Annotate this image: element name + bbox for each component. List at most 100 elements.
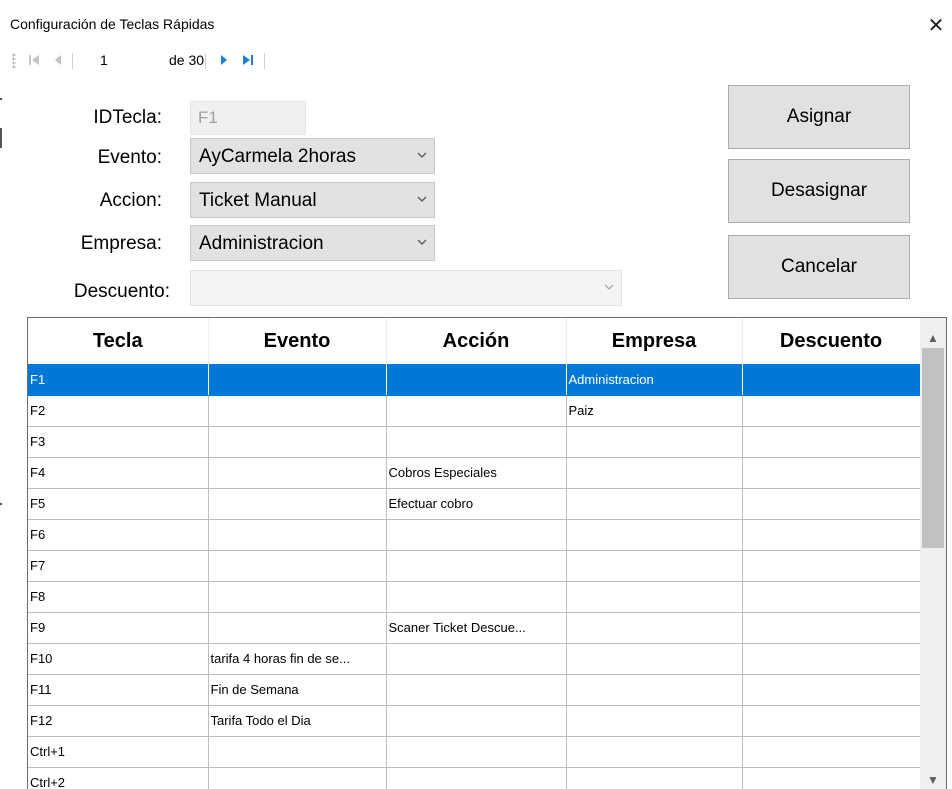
table-cell[interactable] (208, 395, 387, 427)
table-cell[interactable] (386, 395, 567, 427)
table-cell[interactable] (742, 736, 921, 768)
table-cell[interactable] (386, 364, 567, 396)
table-cell[interactable]: Paiz (566, 395, 743, 427)
vertical-scrollbar[interactable]: ▲ ▼ (920, 318, 946, 789)
table-row[interactable]: F7 (28, 550, 921, 582)
table-row[interactable]: F11 Fin de Semana (28, 674, 921, 706)
descuento-dropdown[interactable] (190, 270, 622, 306)
table-cell[interactable] (566, 643, 743, 675)
table-cell[interactable] (742, 488, 921, 520)
table-cell[interactable] (742, 395, 921, 427)
table-cell[interactable]: F2 (28, 395, 209, 427)
table-cell[interactable]: Administracion (566, 364, 743, 396)
last-record-icon[interactable] (240, 52, 256, 68)
table-cell[interactable] (742, 426, 921, 458)
evento-dropdown[interactable]: AyCarmela 2horas (190, 138, 435, 174)
asignar-button[interactable]: Asignar (728, 85, 910, 149)
table-cell[interactable] (208, 767, 387, 789)
table-row[interactable]: F9 Scaner Ticket Descue... (28, 612, 921, 644)
table-cell[interactable] (208, 519, 387, 551)
previous-record-icon[interactable] (50, 52, 66, 68)
table-row[interactable]: F8 (28, 581, 921, 613)
desasignar-button[interactable]: Desasignar (728, 159, 910, 223)
table-cell[interactable] (742, 519, 921, 551)
table-cell[interactable] (566, 426, 743, 458)
scroll-down-icon[interactable]: ▼ (920, 770, 946, 789)
table-cell[interactable] (386, 519, 567, 551)
table-cell[interactable]: F1 (28, 364, 209, 396)
table-cell[interactable] (208, 550, 387, 582)
table-row[interactable]: Ctrl+2 (28, 767, 921, 789)
table-cell[interactable]: Cobros Especiales (386, 457, 567, 489)
table-cell[interactable]: Efectuar cobro (386, 488, 567, 520)
table-cell[interactable] (566, 612, 743, 644)
table-cell[interactable] (208, 612, 387, 644)
column-header-acci-n[interactable]: Acción (386, 318, 567, 364)
table-cell[interactable] (386, 705, 567, 737)
accion-dropdown[interactable]: Ticket Manual (190, 182, 435, 218)
table-cell[interactable]: F8 (28, 581, 209, 613)
table-cell[interactable] (742, 643, 921, 675)
table-row[interactable]: F5 Efectuar cobro (28, 488, 921, 520)
table-cell[interactable] (742, 612, 921, 644)
column-header-empresa[interactable]: Empresa (566, 318, 743, 364)
table-cell[interactable] (386, 767, 567, 789)
table-row[interactable]: F6 (28, 519, 921, 551)
close-icon[interactable]: ✕ (926, 16, 946, 36)
idtecla-field[interactable]: F1 (190, 101, 306, 135)
empresa-dropdown[interactable]: Administracion (190, 225, 435, 261)
table-cell[interactable] (742, 767, 921, 789)
table-cell[interactable]: Tarifa Todo el Dia (208, 705, 387, 737)
table-cell[interactable] (566, 457, 743, 489)
table-cell[interactable]: F10 (28, 643, 209, 675)
first-record-icon[interactable] (27, 52, 43, 68)
table-row[interactable]: F10 tarifa 4 horas fin de se... (28, 643, 921, 675)
table-cell[interactable] (566, 550, 743, 582)
table-cell[interactable]: F6 (28, 519, 209, 551)
table-cell[interactable] (386, 674, 567, 706)
table-cell[interactable]: F4 (28, 457, 209, 489)
table-cell[interactable]: Ctrl+2 (28, 767, 209, 789)
table-cell[interactable] (742, 581, 921, 613)
column-header-evento[interactable]: Evento (208, 318, 387, 364)
table-cell[interactable] (566, 488, 743, 520)
table-cell[interactable] (386, 736, 567, 768)
record-position-input[interactable]: 1 (100, 52, 108, 68)
table-cell[interactable]: F5 (28, 488, 209, 520)
table-row[interactable]: F1 Administracion (28, 364, 921, 396)
table-row[interactable]: F4 Cobros Especiales (28, 457, 921, 489)
table-cell[interactable] (566, 705, 743, 737)
table-row[interactable]: F2 Paiz (28, 395, 921, 427)
table-cell[interactable]: F7 (28, 550, 209, 582)
table-row[interactable]: F12 Tarifa Todo el Dia (28, 705, 921, 737)
table-cell[interactable] (566, 767, 743, 789)
table-row[interactable]: F3 (28, 426, 921, 458)
table-cell[interactable] (208, 736, 387, 768)
table-cell[interactable] (566, 736, 743, 768)
table-cell[interactable]: F11 (28, 674, 209, 706)
table-cell[interactable] (208, 488, 387, 520)
table-cell[interactable] (566, 581, 743, 613)
table-cell[interactable]: Fin de Semana (208, 674, 387, 706)
table-cell[interactable]: F12 (28, 705, 209, 737)
column-header-tecla[interactable]: Tecla (28, 318, 209, 364)
table-cell[interactable] (742, 705, 921, 737)
table-cell[interactable] (742, 550, 921, 582)
cancelar-button[interactable]: Cancelar (728, 235, 910, 299)
table-cell[interactable] (566, 674, 743, 706)
table-cell[interactable] (742, 674, 921, 706)
table-cell[interactable] (208, 457, 387, 489)
scroll-up-icon[interactable]: ▲ (920, 328, 946, 348)
table-cell[interactable] (386, 581, 567, 613)
table-cell[interactable]: F9 (28, 612, 209, 644)
table-cell[interactable] (742, 364, 921, 396)
toolbar-grip[interactable] (12, 53, 16, 69)
table-cell[interactable]: Ctrl+1 (28, 736, 209, 768)
table-cell[interactable] (386, 426, 567, 458)
table-cell[interactable] (208, 426, 387, 458)
column-header-descuento[interactable]: Descuento (742, 318, 921, 364)
hotkeys-grid[interactable]: Tecla Evento Acción Empresa Descuento F1 Admi… (27, 317, 947, 789)
next-record-icon[interactable] (216, 52, 232, 68)
table-cell[interactable] (742, 457, 921, 489)
scroll-thumb[interactable] (922, 348, 944, 548)
